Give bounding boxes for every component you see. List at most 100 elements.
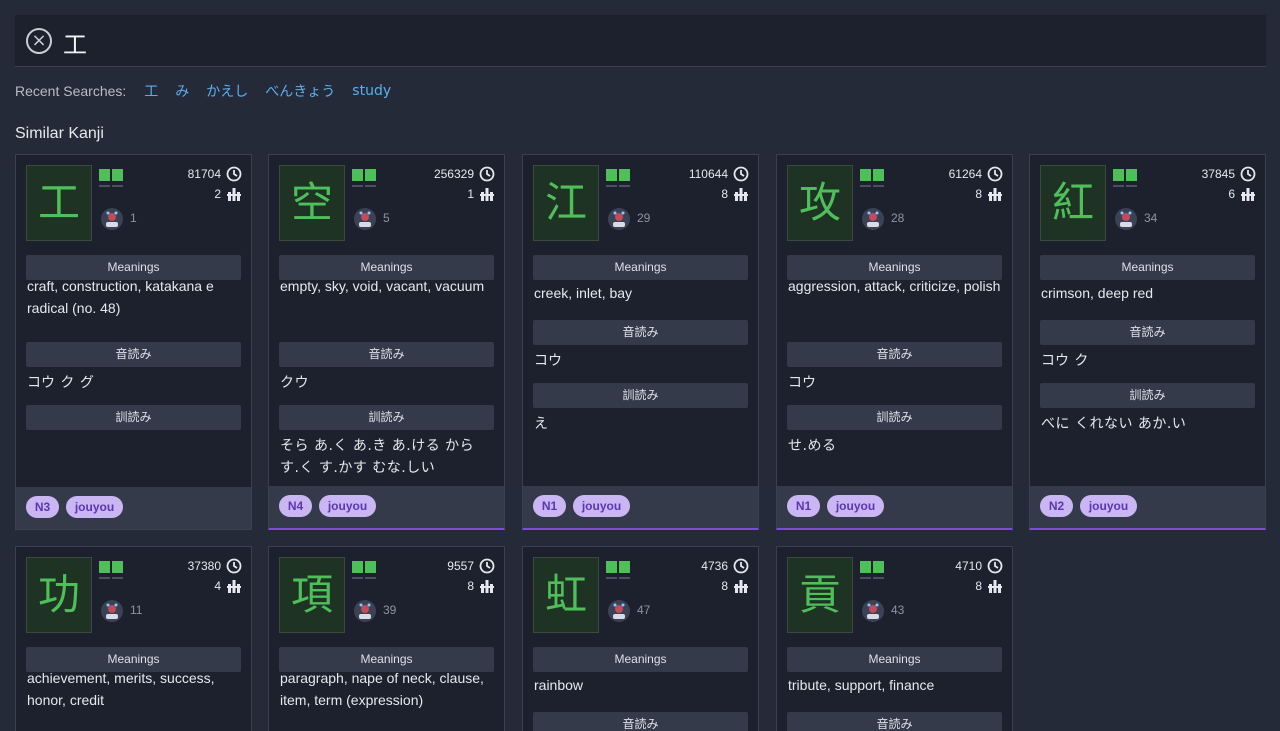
search-input[interactable]: 工 [63,25,87,60]
avatar-icon [607,599,631,623]
meanings-header: Meanings [787,647,1002,672]
onyomi-text: コウ ク [1041,353,1089,369]
clock-icon [987,558,1003,574]
book-icon[interactable] [859,560,885,582]
rank-number: 1 [130,211,137,225]
kanji-card[interactable]: 功 11 37380 4 Meanings achievement, merits, su… [15,546,252,731]
grade-badge[interactable]: jouyou [1080,495,1137,517]
kanji-character[interactable]: 虹 [533,557,599,633]
clock-icon [226,558,242,574]
recent-searches-label: Recent Searches: [15,83,127,99]
avatar-icon [100,599,124,623]
kanji-character[interactable]: 空 [279,165,345,241]
grade-badge[interactable]: jouyou [573,495,630,517]
strokes-icon [226,186,242,202]
book-icon[interactable] [351,560,377,582]
rank-number: 47 [637,603,651,617]
kanji-card[interactable]: 貢 43 4710 8 Meanings tribute, support, financ… [776,546,1013,731]
book-icon[interactable] [1112,168,1138,190]
meanings-text: tribute, support, finance [788,677,935,693]
recent-searches: Recent Searches: 工 み かえし べんきょう study [15,80,408,102]
stroke-count: 8 [467,579,474,593]
grade-badge[interactable]: jouyou [66,496,123,518]
close-icon[interactable]: × [26,28,52,54]
search-bar[interactable]: × 工 [15,15,1266,67]
recent-search-item[interactable]: かえし [206,81,248,101]
kanji-card[interactable]: 紅 34 37845 6 Meanings crimson, deep red 音読み コウ … [1029,154,1266,530]
stroke-count: 2 [214,187,221,201]
kanji-card[interactable]: 空 5 256329 1 Meanings empty, sky, void, vacan… [268,154,505,530]
recent-search-item[interactable]: み [175,81,189,101]
card-footer: N1 jouyou [777,486,1012,528]
rank-number: 34 [1144,211,1158,225]
rank-number: 43 [891,603,905,617]
stroke-count: 8 [721,187,728,201]
card-footer: N4 jouyou [269,486,504,528]
kunyomi-header: 訓読み [533,383,748,408]
grade-badge[interactable]: jouyou [827,495,884,517]
frequency-count: 9557 [447,559,474,573]
rank-number: 5 [383,211,390,225]
card-footer: N2 jouyou [1030,486,1265,528]
kanji-card[interactable]: 工 1 81704 2 Meanings craft, construction, kat… [15,154,252,530]
kunyomi-text: べに くれない あか.い [1041,416,1187,432]
meanings-text: rainbow [534,677,584,693]
kanji-character[interactable]: 江 [533,165,599,241]
strokes-icon [226,578,242,594]
avatar-icon [1114,207,1138,231]
clock-icon [226,166,242,182]
rank-number: 39 [383,603,397,617]
strokes-icon [733,186,749,202]
avatar-icon [100,207,124,231]
jlpt-badge[interactable]: N3 [26,496,59,518]
kunyomi-text: え [534,416,549,432]
kanji-character[interactable]: 項 [279,557,345,633]
stroke-count: 8 [975,187,982,201]
clock-icon [987,166,1003,182]
jlpt-badge[interactable]: N1 [533,495,566,517]
kunyomi-text: そら あ.く あ.き あ.ける から す.く す.かす むな.しい [280,438,475,476]
onyomi-header: 音読み [1040,320,1255,345]
grade-badge[interactable]: jouyou [319,495,376,517]
book-icon[interactable] [859,168,885,190]
recent-search-item[interactable]: べんきょう [265,81,335,101]
kanji-character[interactable]: 攻 [787,165,853,241]
kanji-card[interactable]: 攻 28 61264 8 Meanings aggression, attack, cri… [776,154,1013,530]
jlpt-badge[interactable]: N1 [787,495,820,517]
jlpt-badge[interactable]: N2 [1040,495,1073,517]
onyomi-header: 音読み [787,342,1002,367]
onyomi-header: 音読み [787,712,1002,731]
meanings-text: creek, inlet, bay [534,285,633,301]
stroke-count: 1 [467,187,474,201]
meanings-text: aggression, attack, criticize, polish [788,278,1001,294]
kanji-card[interactable]: 項 39 9557 8 Meanings paragraph, nape of neck,… [268,546,505,731]
avatar-icon [861,599,885,623]
frequency-count: 110644 [688,167,728,181]
avatar-icon [353,599,377,623]
frequency-count: 256329 [433,167,474,181]
book-icon[interactable] [351,168,377,190]
stroke-count: 8 [721,579,728,593]
onyomi-header: 音読み [26,342,241,367]
kanji-card[interactable]: 江 29 110644 8 Meanings creek, inlet, bay 音読み コウ… [522,154,759,530]
book-icon[interactable] [605,560,631,582]
jlpt-badge[interactable]: N4 [279,495,312,517]
meanings-text: craft, construction, katakana e radical … [27,278,214,316]
meanings-text: crimson, deep red [1041,285,1154,301]
kanji-character[interactable]: 功 [26,557,92,633]
book-icon[interactable] [98,560,124,582]
onyomi-text: クウ [280,375,309,391]
rank-number: 28 [891,211,905,225]
frequency-count: 4736 [701,559,728,573]
kanji-card[interactable]: 虹 47 4736 8 Meanings rainbow 音読み [522,546,759,731]
meanings-text: paragraph, nape of neck, clause, item, t… [280,670,484,708]
meanings-header: Meanings [533,647,748,672]
book-icon[interactable] [605,168,631,190]
avatar-icon [353,207,377,231]
kanji-character[interactable]: 紅 [1040,165,1106,241]
recent-search-item[interactable]: study [352,83,391,99]
recent-search-item[interactable]: 工 [144,81,158,101]
book-icon[interactable] [98,168,124,190]
kanji-character[interactable]: 工 [26,165,92,241]
kanji-character[interactable]: 貢 [787,557,853,633]
